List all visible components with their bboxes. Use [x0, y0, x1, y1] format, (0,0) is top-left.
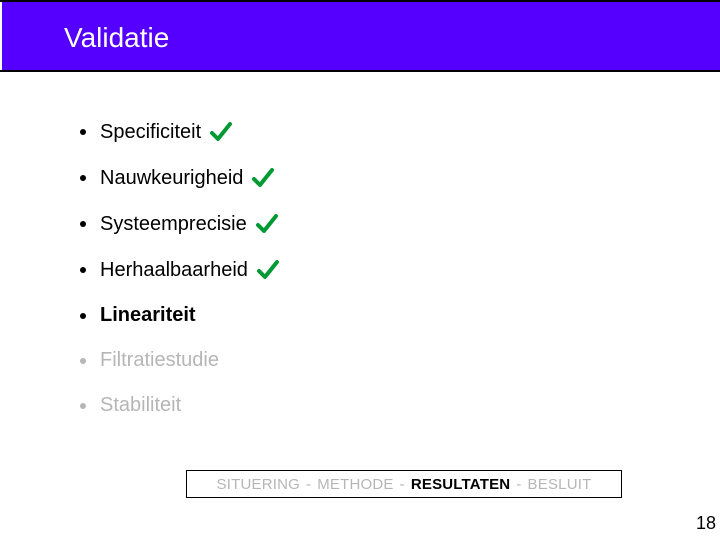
bullet-icon [80, 267, 86, 273]
list-item-label: Stabiliteit [100, 394, 181, 417]
bullet-icon [80, 221, 86, 227]
list-item: Herhaalbaarheid [80, 258, 640, 282]
list-item-label: Herhaalbaarheid [100, 259, 248, 282]
list-item: Filtratiestudie [80, 349, 640, 372]
check-icon [255, 212, 279, 236]
page-number: 18 [696, 513, 716, 534]
list-item: Systeemprecisie [80, 212, 640, 236]
breadcrumb-separator: - [400, 476, 405, 493]
check-icon [256, 258, 280, 282]
breadcrumb: SITUERING-METHODE-RESULTATEN-BESLUIT [186, 470, 622, 498]
bullet-icon [80, 358, 86, 364]
slide-title: Validatie [0, 2, 720, 54]
content-list: Specificiteit Nauwkeurigheid Systeemprecis… [80, 120, 640, 439]
bullet-icon [80, 403, 86, 409]
list-item: Stabiliteit [80, 394, 640, 417]
list-item-label: Lineariteit [100, 304, 196, 327]
breadcrumb-part: SITUERING [217, 476, 300, 493]
list-item-label: Systeemprecisie [100, 213, 247, 236]
bullet-icon [80, 175, 86, 181]
check-icon [251, 166, 275, 190]
slide: Validatie Specificiteit Nauwkeurigheid Sys… [0, 0, 720, 540]
breadcrumb-part: BESLUIT [528, 476, 592, 493]
breadcrumb-part: METHODE [317, 476, 393, 493]
bullet-icon [80, 129, 86, 135]
breadcrumb-separator: - [516, 476, 521, 493]
title-bar: Validatie [0, 0, 720, 72]
list-item-label: Nauwkeurigheid [100, 167, 243, 190]
breadcrumb-part: RESULTATEN [411, 476, 511, 493]
list-item-label: Filtratiestudie [100, 349, 219, 372]
list-item: Specificiteit [80, 120, 640, 144]
list-item: Nauwkeurigheid [80, 166, 640, 190]
bullet-icon [80, 313, 86, 319]
list-item: Lineariteit [80, 304, 640, 327]
check-icon [209, 120, 233, 144]
breadcrumb-separator: - [306, 476, 311, 493]
list-item-label: Specificiteit [100, 121, 201, 144]
